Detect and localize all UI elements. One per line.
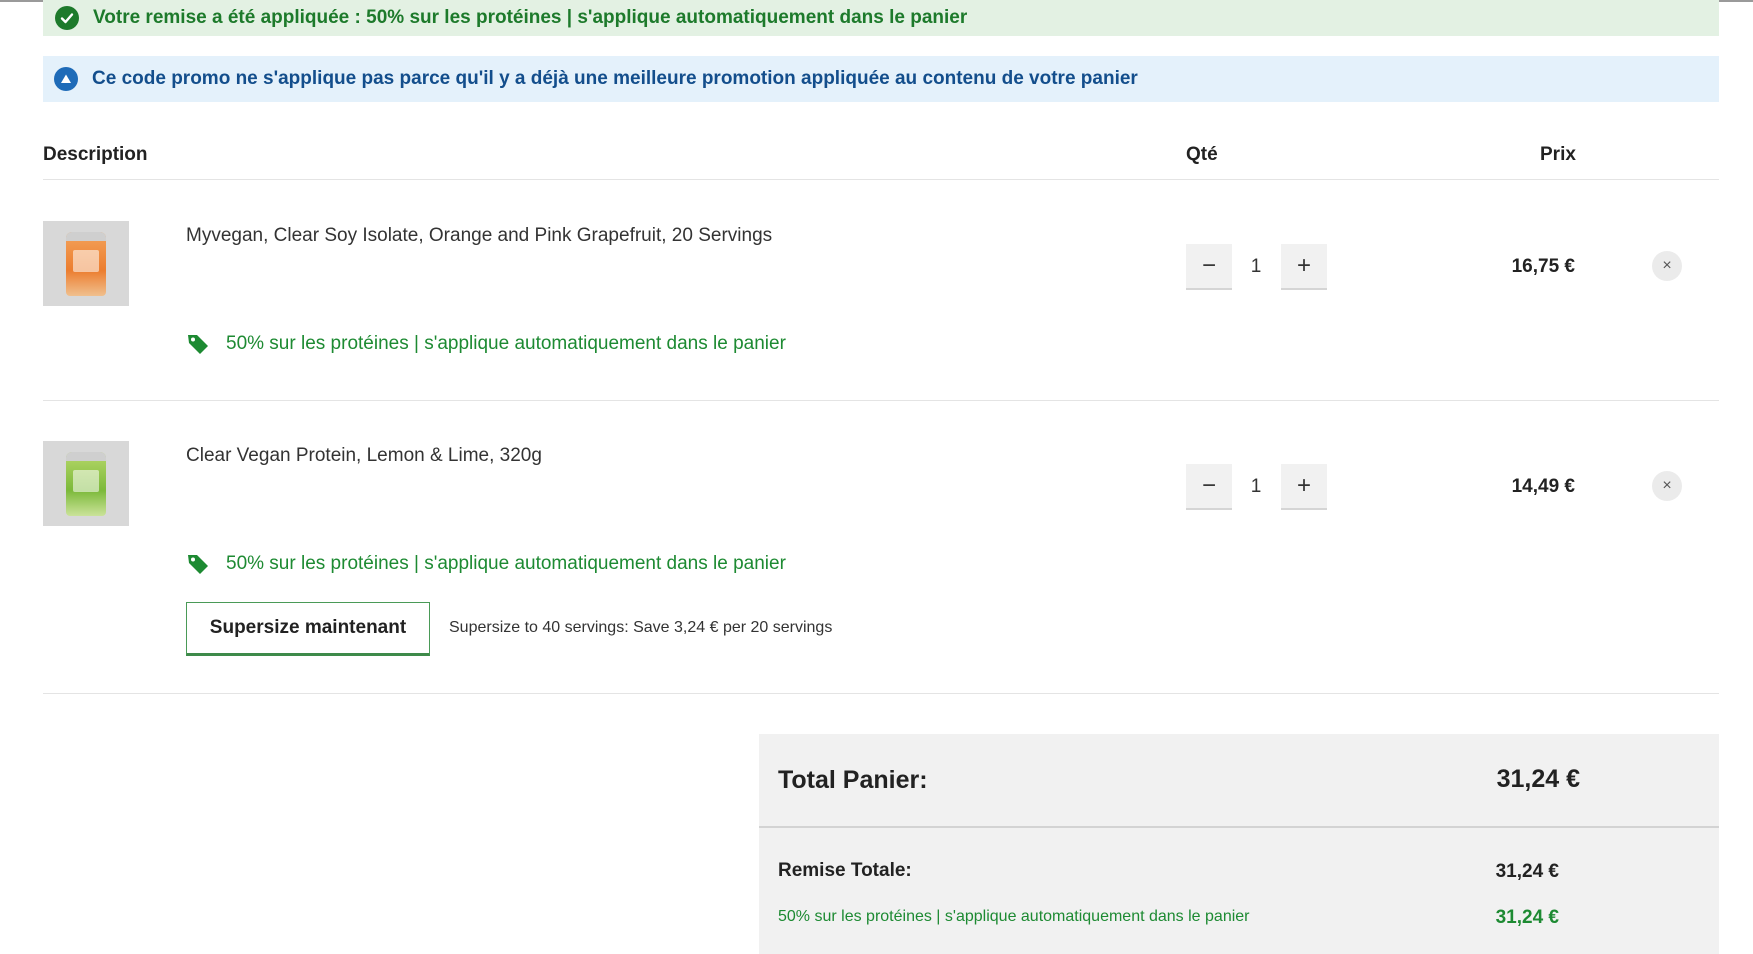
- product-name-2[interactable]: Clear Vegan Protein, Lemon & Lime, 320g: [186, 445, 542, 467]
- promo-line-1: 50% sur les protéines | s'applique autom…: [186, 332, 786, 356]
- cart-total-value: 31,24 €: [1496, 765, 1580, 793]
- discount-applied-text: Votre remise a été appliquée : 50% sur l…: [93, 7, 968, 28]
- header-qty: Qté: [1186, 144, 1218, 165]
- item-divider-1: [43, 400, 1719, 401]
- header-divider: [43, 179, 1719, 180]
- total-discount-value: 31,24 €: [1495, 861, 1559, 882]
- qty-value-1: 1: [1250, 256, 1262, 277]
- qty-decrease-button-2[interactable]: −: [1186, 464, 1232, 510]
- item-price-1: 16,75 €: [1511, 256, 1575, 277]
- product-image-2[interactable]: [43, 441, 129, 526]
- price-tag-icon: [188, 335, 208, 354]
- cart-total-label: Total Panier:: [778, 766, 928, 794]
- item-divider-2: [43, 693, 1719, 694]
- remove-item-button-1[interactable]: ×: [1652, 251, 1682, 281]
- item-price-2: 14,49 €: [1511, 476, 1575, 497]
- promo-discount-label: 50% sur les protéines | s'applique autom…: [778, 908, 1250, 925]
- cart-summary: Total Panier: 31,24 € Remise Totale: 31,…: [759, 734, 1719, 954]
- close-icon: ×: [1662, 257, 1672, 274]
- product-name-1[interactable]: Myvegan, Clear Soy Isolate, Orange and P…: [186, 225, 772, 247]
- promo-discount-value: 31,24 €: [1495, 907, 1559, 928]
- product-image-1[interactable]: [43, 221, 129, 306]
- check-circle-icon: [55, 6, 79, 30]
- summary-divider: [759, 826, 1719, 828]
- qty-value-2: 1: [1250, 476, 1262, 497]
- qty-decrease-button-1[interactable]: −: [1186, 244, 1232, 290]
- supersize-savings-text: Supersize to 40 servings: Save 3,24 € pe…: [449, 619, 833, 636]
- promo-code-info-banner: Ce code promo ne s'applique pas parce qu…: [43, 56, 1719, 102]
- header-price: Prix: [1540, 144, 1576, 165]
- promo-text-2: 50% sur les protéines | s'applique autom…: [226, 553, 786, 574]
- qty-increase-button-2[interactable]: +: [1281, 464, 1327, 510]
- promo-code-info-text: Ce code promo ne s'applique pas parce qu…: [92, 68, 1138, 89]
- remove-item-button-2[interactable]: ×: [1652, 471, 1682, 501]
- alert-triangle-circle-icon: [54, 67, 78, 91]
- discount-applied-banner: Votre remise a été appliquée : 50% sur l…: [43, 0, 1719, 36]
- price-tag-icon: [188, 555, 208, 574]
- promo-line-2: 50% sur les protéines | s'applique autom…: [186, 552, 786, 576]
- promo-text-1: 50% sur les protéines | s'applique autom…: [226, 333, 786, 354]
- header-description: Description: [43, 144, 148, 165]
- close-icon: ×: [1662, 477, 1672, 494]
- qty-increase-button-1[interactable]: +: [1281, 244, 1327, 290]
- supersize-button[interactable]: Supersize maintenant: [186, 602, 430, 656]
- total-discount-label: Remise Totale:: [778, 860, 912, 881]
